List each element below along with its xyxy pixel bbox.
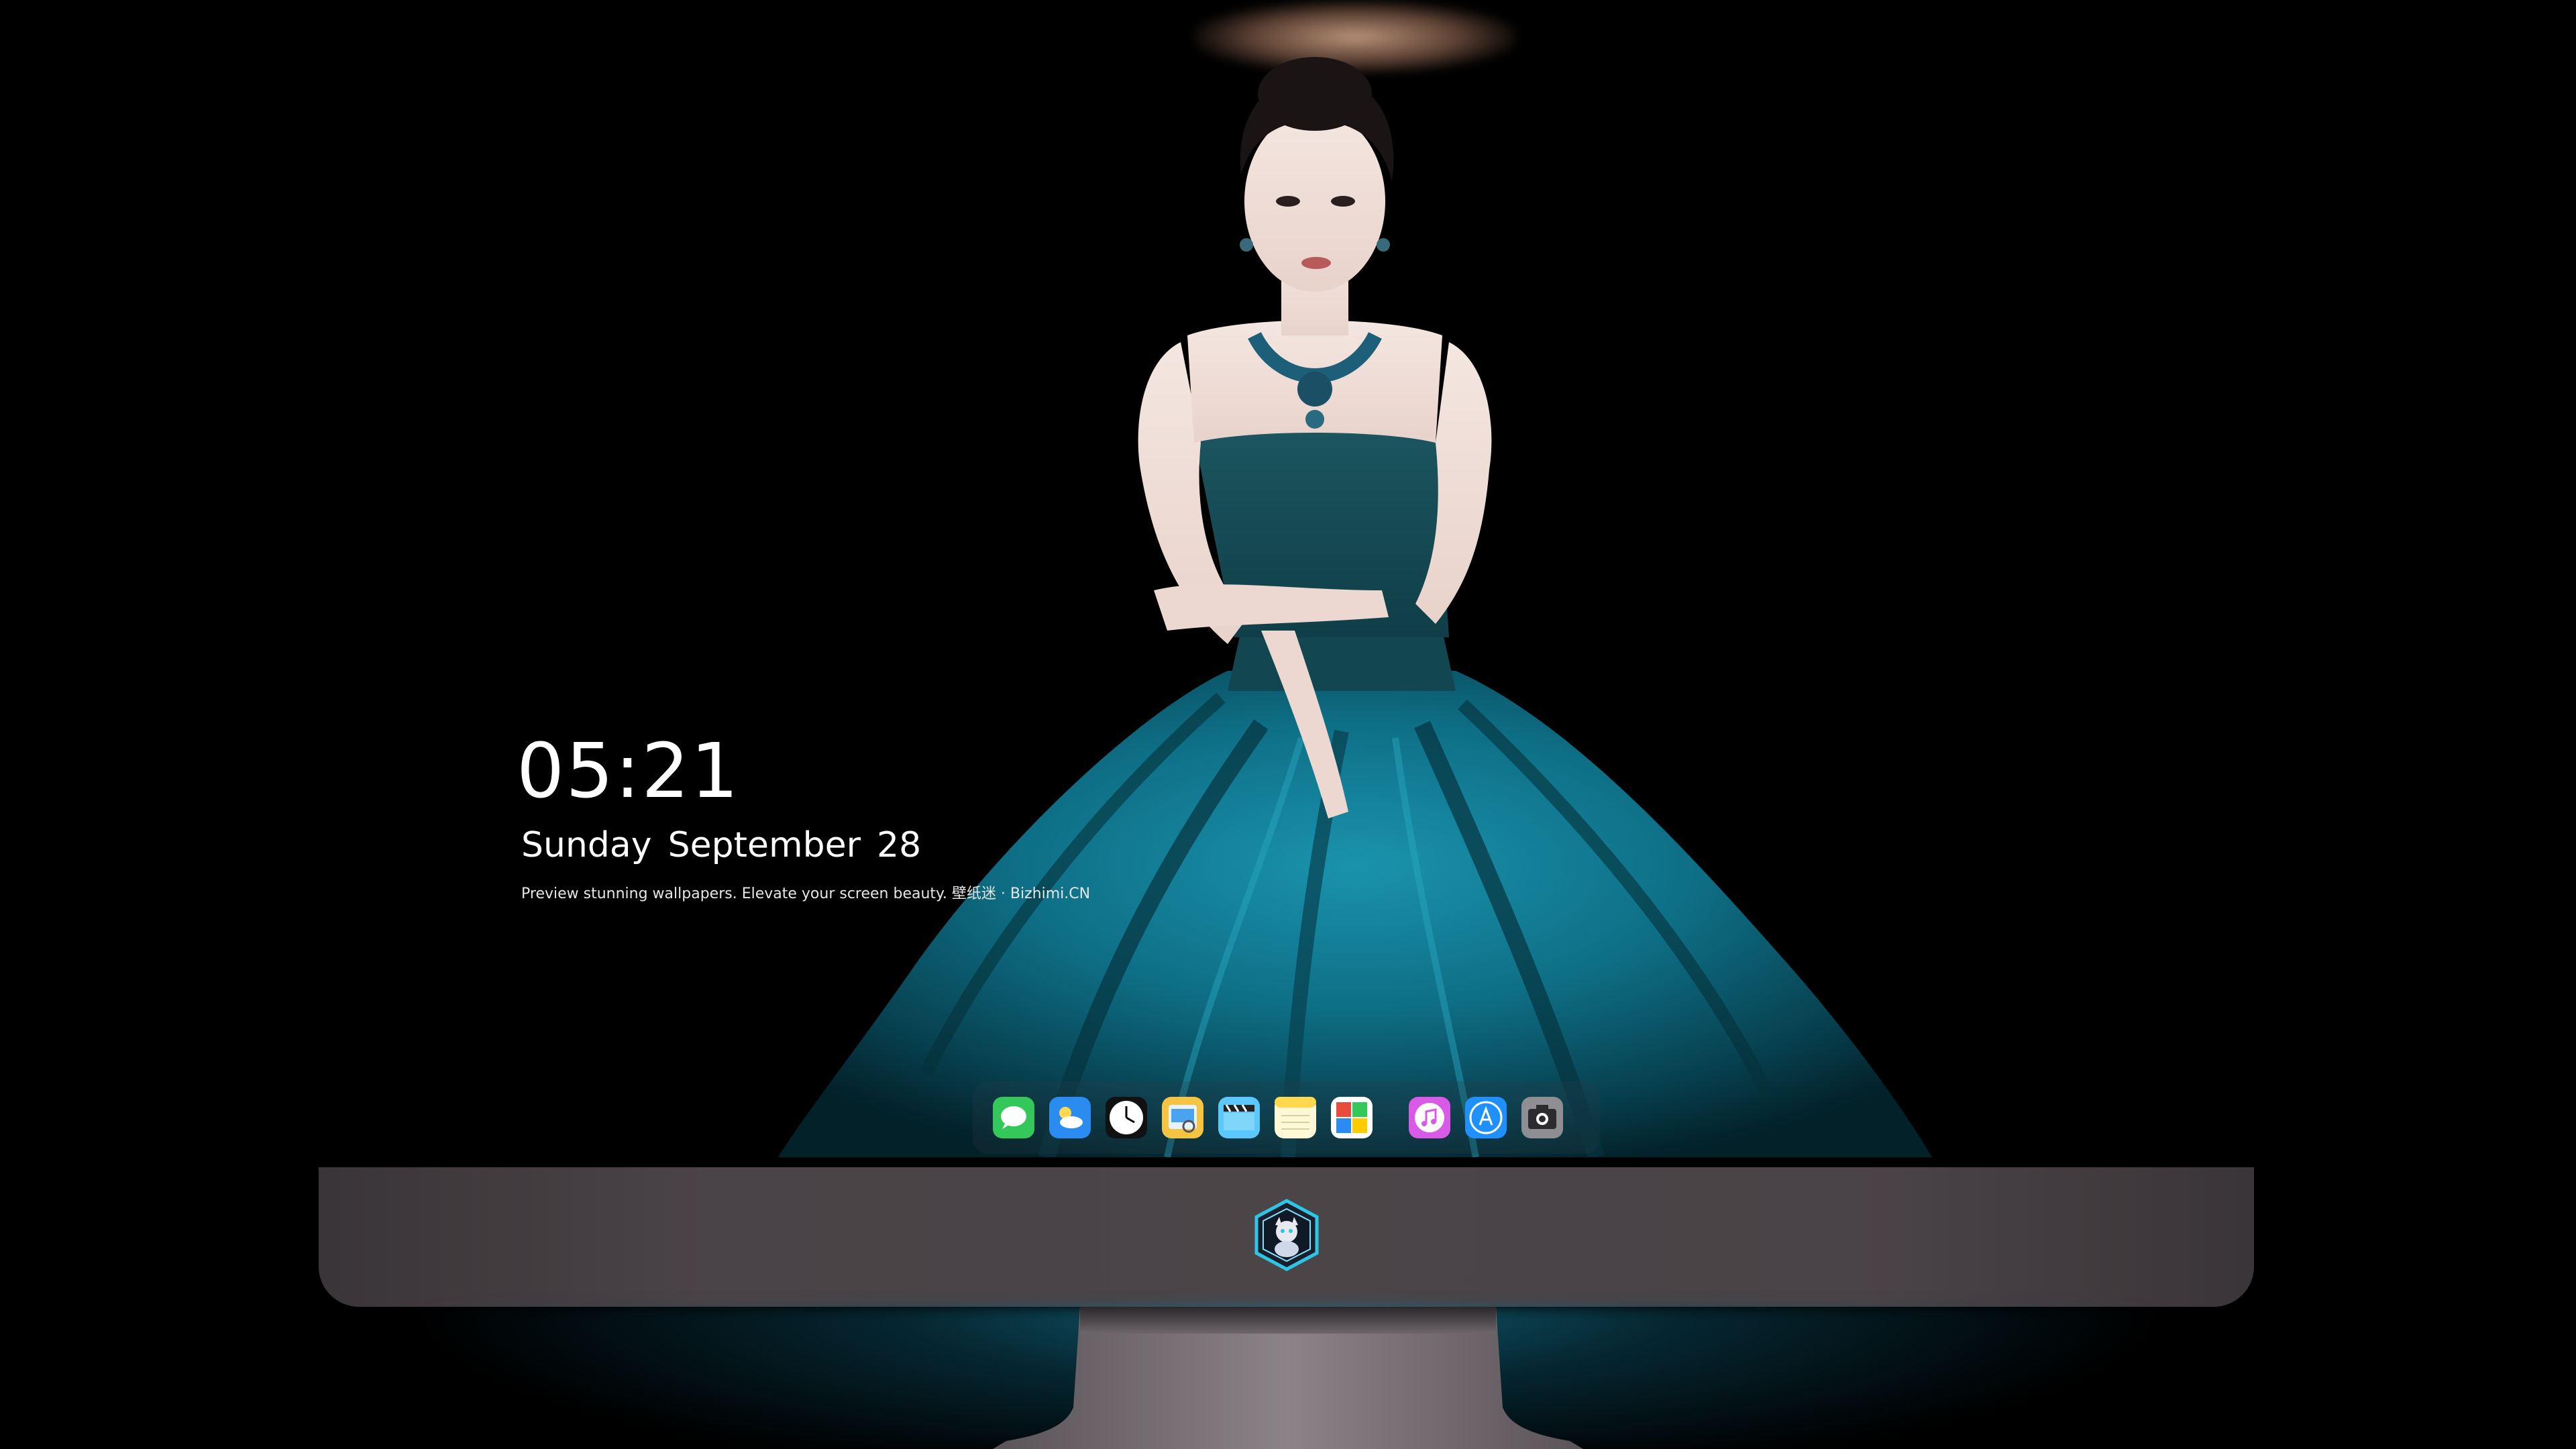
dock [973,1081,1600,1154]
itunes-icon[interactable] [1409,1097,1450,1138]
desktop-stage: 05:21 Sunday September 28 Preview stunning… [0,0,2576,1449]
lockscreen-tagline: Preview stunning wallpapers. Elevate you… [521,885,1091,902]
lockscreen-month: September [667,825,861,865]
monitor-chin [319,1167,2254,1307]
notes-icon[interactable] [1275,1097,1316,1138]
wallpaper-illustration [778,57,1932,1157]
clips-icon[interactable] [1218,1097,1260,1138]
clock-icon[interactable] [1106,1097,1147,1138]
monitor-stand [993,1307,1583,1449]
lockscreen-weekday: Sunday [521,825,652,865]
lockscreen-date: Sunday September 28 [521,822,921,869]
lockscreen-time: 05:21 [517,728,740,815]
lockscreen-day: 28 [877,825,922,865]
preview-icon[interactable] [1162,1097,1203,1138]
app-store-icon[interactable] [1465,1097,1507,1138]
photo-booth-icon[interactable] [1331,1097,1373,1138]
camera-icon[interactable] [1521,1097,1563,1138]
wallpaper [0,0,2576,1157]
brand-logo-icon [1250,1198,1324,1272]
messages-icon[interactable] [993,1097,1034,1138]
weather-icon[interactable] [1049,1097,1091,1138]
gown-waist [1228,631,1456,691]
